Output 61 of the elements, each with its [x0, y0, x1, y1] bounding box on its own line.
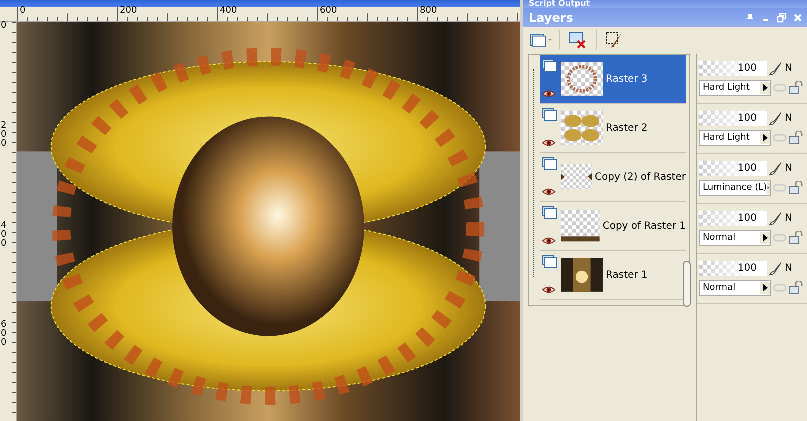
column-label: N	[785, 163, 792, 174]
column-label: N	[785, 263, 792, 274]
layer-thumbnail	[561, 108, 603, 148]
layer-row[interactable]: Raster 1	[540, 251, 686, 300]
column-label: N	[785, 213, 792, 224]
blend-mode-dropdown[interactable]: Hard Light	[699, 130, 771, 146]
arrow-icon[interactable]	[760, 282, 770, 294]
layer-row[interactable]: Raster 3	[540, 55, 686, 104]
ruler-label: 400	[0, 222, 8, 250]
arrow-icon[interactable]	[760, 82, 770, 94]
lock-icon[interactable]	[789, 131, 803, 145]
raster-layer-icon[interactable]	[542, 108, 558, 122]
brush-icon[interactable]	[769, 212, 783, 226]
arrow-icon[interactable]	[760, 132, 770, 144]
brush-icon[interactable]	[769, 112, 783, 126]
eye-icon[interactable]	[542, 236, 556, 246]
blend-mode-dropdown[interactable]: Luminance (L)	[699, 180, 771, 196]
ruler-label: 600	[317, 7, 417, 21]
panel-title: Layers	[529, 10, 574, 24]
layer-name: Copy (2) of Raster	[595, 172, 686, 182]
eye-icon[interactable]	[542, 285, 556, 295]
layer-name: Raster 3	[606, 74, 648, 84]
column-label: N	[785, 63, 792, 74]
lock-icon[interactable]	[789, 181, 803, 195]
close-icon[interactable]	[793, 12, 803, 22]
ruler-label: 0	[0, 22, 8, 33]
ruler-label: 800	[417, 7, 517, 21]
layer-thumbnail	[561, 255, 603, 295]
brush-icon[interactable]	[769, 62, 783, 76]
brush-icon[interactable]	[769, 162, 783, 176]
layer-row[interactable]: Raster 2	[540, 104, 686, 153]
ruler-label: 200	[117, 7, 217, 21]
layer-name: Raster 2	[606, 122, 648, 134]
scroll-handle[interactable]	[683, 261, 691, 307]
lock-icon[interactable]	[789, 231, 803, 245]
eye-icon[interactable]	[542, 187, 556, 197]
layer-row[interactable]: Copy of Raster 1	[540, 202, 686, 251]
layer-name: Raster 1	[606, 270, 648, 280]
ruler-label: 0	[17, 7, 117, 21]
eye-icon[interactable]	[542, 138, 556, 148]
raster-layer-icon[interactable]	[542, 255, 558, 269]
blend-mode-dropdown[interactable]: Hard Light	[699, 80, 771, 96]
ruler-label: 600	[0, 321, 8, 350]
raster-layer-icon[interactable]	[542, 157, 558, 171]
lock-icon[interactable]	[789, 281, 803, 295]
lock-icon[interactable]	[789, 81, 803, 95]
ruler-label: 200	[0, 122, 8, 151]
layer-row[interactable]: Copy (2) of Raster	[540, 153, 686, 202]
ruler-label: 400	[217, 7, 317, 21]
layer-thumbnail	[561, 59, 603, 99]
eye-icon[interactable]	[542, 89, 556, 99]
raster-layer-icon[interactable]	[542, 206, 558, 220]
brush-icon[interactable]	[769, 262, 783, 276]
raster-layer-icon[interactable]	[542, 59, 558, 73]
blend-mode-dropdown[interactable]: Normal	[699, 280, 771, 296]
arrow-icon[interactable]	[760, 232, 770, 244]
layer-name: Copy of Raster 1	[602, 220, 686, 232]
restore-icon[interactable]	[777, 12, 787, 22]
column-label: N	[785, 113, 792, 124]
blend-mode-dropdown[interactable]: Normal	[699, 230, 771, 246]
panel-title: Script Output	[529, 0, 592, 8]
